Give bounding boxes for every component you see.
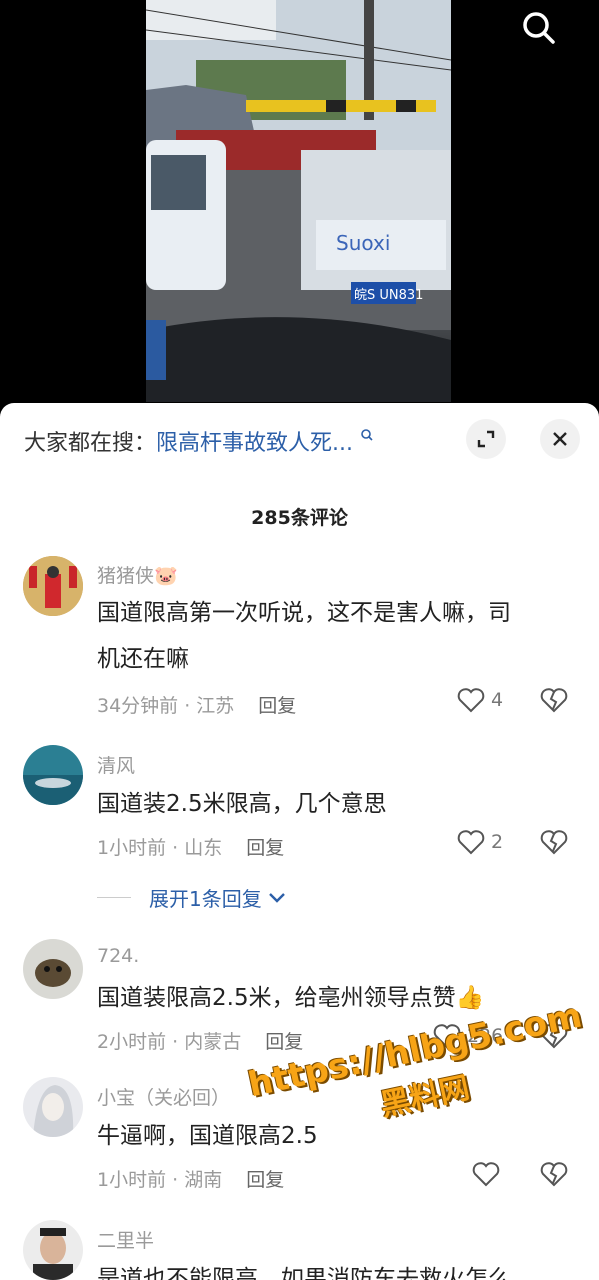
trending-prefix: 大家都在搜： bbox=[24, 431, 157, 456]
username[interactable]: 清风 bbox=[97, 751, 135, 778]
avatar[interactable] bbox=[23, 1220, 83, 1280]
username[interactable]: 猪猪侠🐷 bbox=[97, 561, 178, 588]
broken-heart-icon bbox=[540, 688, 568, 713]
close-icon bbox=[553, 432, 567, 446]
fullscreen-button[interactable] bbox=[466, 419, 506, 459]
expand-replies-button[interactable]: 展开1条回复 bbox=[97, 883, 286, 912]
comment-count: 285条评论 bbox=[251, 507, 348, 529]
comment-meta: 2小时前 · 内蒙古 回复 bbox=[97, 1027, 303, 1054]
comment-meta: 1小时前 · 湖南 回复 bbox=[97, 1165, 284, 1192]
dislike-button[interactable] bbox=[540, 1161, 568, 1191]
divider-line bbox=[97, 897, 131, 898]
dislike-button[interactable] bbox=[540, 687, 568, 717]
comment-text: 国道限高第一次听说，这不是害人嘛，司 机还在嘛 bbox=[97, 590, 567, 682]
chevron-down-icon bbox=[268, 892, 285, 903]
username[interactable]: 二里半 bbox=[97, 1226, 154, 1253]
video-frame: Suoxi 皖S UN831 bbox=[146, 0, 451, 402]
expand-icon bbox=[477, 430, 495, 448]
dislike-button[interactable] bbox=[540, 829, 568, 859]
search-button[interactable] bbox=[519, 8, 559, 48]
trending-query-link[interactable]: 限高杆事故致人死... bbox=[156, 431, 353, 456]
accident-scene-image: Suoxi 皖S UN831 bbox=[146, 0, 451, 402]
video-player[interactable]: Suoxi 皖S UN831 bbox=[0, 0, 599, 420]
comment-sheet: 大家都在搜：限高杆事故致人死... 285条评论 猪猪侠🐷 国道限高第一次听说，… bbox=[0, 403, 599, 1280]
heart-icon bbox=[457, 688, 485, 713]
comment-time-location: 2小时前 · 内蒙古 bbox=[97, 1031, 242, 1053]
heart-icon bbox=[457, 830, 485, 855]
comment-text-line: 国道限高第一次听说，这不是害人嘛，司 bbox=[97, 600, 511, 626]
like-count: 2 bbox=[491, 831, 504, 853]
truck-text: Suoxi bbox=[336, 231, 390, 255]
expand-replies-label: 展开1条回复 bbox=[149, 887, 262, 911]
username[interactable]: 724. bbox=[97, 945, 139, 967]
avatar[interactable] bbox=[23, 1077, 83, 1137]
comment-time-location: 1小时前 · 山东 bbox=[97, 837, 223, 859]
comment-text-line: 机还在嘛 bbox=[97, 646, 189, 672]
license-plate: 皖S UN831 bbox=[354, 288, 423, 303]
comment-time-location: 34分钟前 · 江苏 bbox=[97, 695, 235, 717]
broken-heart-icon bbox=[540, 830, 568, 855]
reply-button[interactable]: 回复 bbox=[258, 695, 296, 717]
like-button[interactable]: 4 bbox=[457, 687, 503, 713]
comment-meta: 34分钟前 · 江苏 回复 bbox=[97, 691, 296, 718]
comment-text: 是道也不能限高，如果消防车去救火怎么 bbox=[97, 1266, 511, 1280]
trending-search[interactable]: 大家都在搜：限高杆事故致人死... bbox=[24, 425, 374, 457]
avatar[interactable] bbox=[23, 556, 83, 616]
close-button[interactable] bbox=[540, 419, 580, 459]
comment-meta: 1小时前 · 山东 回复 bbox=[97, 833, 284, 860]
reply-button[interactable]: 回复 bbox=[265, 1031, 303, 1053]
comment-time-location: 1小时前 · 湖南 bbox=[97, 1169, 223, 1191]
like-count: 4 bbox=[491, 689, 504, 711]
comment-text: 国道装2.5米限高，几个意思 bbox=[97, 791, 387, 817]
like-button[interactable] bbox=[472, 1161, 506, 1187]
avatar[interactable] bbox=[23, 939, 83, 999]
username[interactable]: 小宝（关必回） bbox=[97, 1083, 230, 1110]
search-icon bbox=[523, 12, 555, 44]
avatar[interactable] bbox=[23, 745, 83, 805]
small-search-icon bbox=[361, 428, 373, 441]
reply-button[interactable]: 回复 bbox=[246, 837, 284, 859]
heart-icon bbox=[472, 1162, 500, 1187]
broken-heart-icon bbox=[540, 1162, 568, 1187]
reply-button[interactable]: 回复 bbox=[246, 1169, 284, 1191]
like-button[interactable]: 2 bbox=[457, 829, 503, 855]
